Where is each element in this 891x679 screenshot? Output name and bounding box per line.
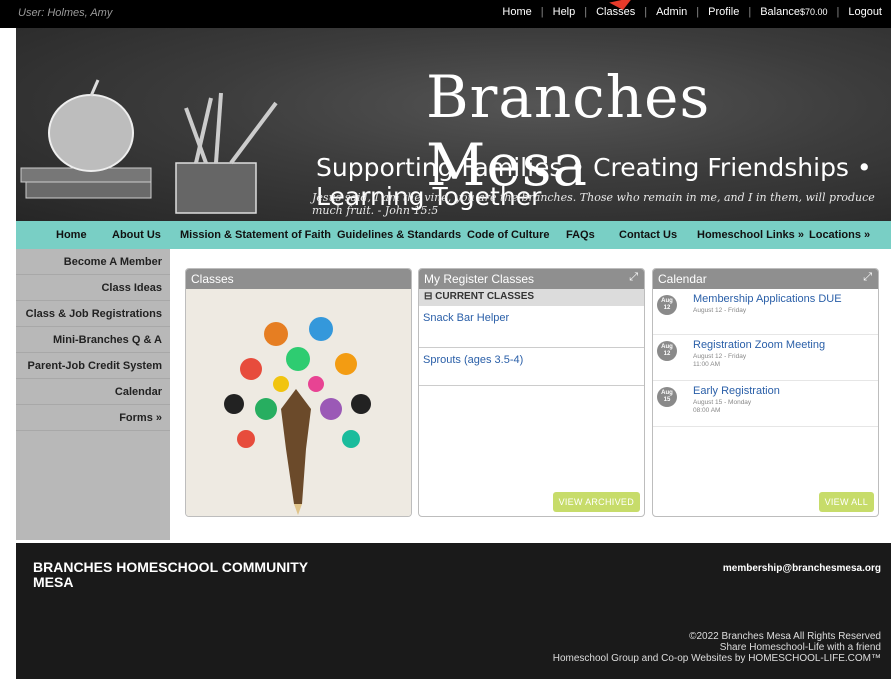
classes-panel-title: Classes [186,269,411,289]
class-item-sprouts[interactable]: Sprouts (ages 3.5-4) [419,348,644,386]
event-date-badge: Aug 15 [657,387,677,407]
top-link-admin[interactable]: Admin [647,6,696,18]
classes-tree-image[interactable] [186,289,411,516]
expand-icon[interactable]: ⤢ [629,271,638,284]
current-classes-header[interactable]: ⊟ CURRENT CLASSES [419,289,644,306]
calendar-event: Aug 12 Registration Zoom Meeting August 1… [653,335,878,381]
event-title[interactable]: Registration Zoom Meeting [693,339,825,351]
nav-homeschool-links[interactable]: Homeschool Links » [697,229,804,241]
top-link-home[interactable]: Home [493,6,540,18]
powered-by-link[interactable]: Homeschool Group and Co-op Websites by H… [553,653,881,664]
nav-guidelines[interactable]: Guidelines & Standards [337,229,461,241]
register-panel-title: My Register Classes [424,272,535,286]
top-nav: Home | Help | Classes | Admin | Profile | Bal… [493,6,891,18]
share-link[interactable]: Share Homeschool-Life with a friend [553,642,881,653]
event-date-badge: Aug 12 [657,295,677,315]
copyright-text: ©2022 Branches Mesa All Rights Reserved [689,631,881,642]
sidebar-item-mini-branches[interactable]: Mini-Branches Q & A [16,327,170,353]
footer: BRANCHES HOMESCHOOL COMMUNITY MESA membe… [16,543,891,679]
balance-label: Balance [760,6,800,18]
calendar-panel: Calendar ⤢ Aug 12 Membership Applications… [652,268,879,517]
event-date: August 12 - Friday 11:00 AM [693,353,747,368]
calendar-panel-title: Calendar [658,272,707,286]
view-all-button[interactable]: VIEW ALL [818,492,874,512]
nav-contact-us[interactable]: Contact Us [619,229,677,241]
calendar-event: Aug 12 Membership Applications DUE August… [653,289,878,335]
top-link-profile[interactable]: Profile [699,6,748,18]
current-classes-label: CURRENT CLASSES [435,291,535,302]
header-banner: Branches Mesa Supporting Families • Crea… [16,28,891,221]
register-panel: My Register Classes ⤢ ⊟ CURRENT CLASSES … [418,268,645,517]
register-panel-header: My Register Classes ⤢ [419,269,644,289]
event-date-badge: Aug 12 [657,341,677,361]
balance-value: $70.00 [799,7,828,17]
footer-copyright-block: ©2022 Branches Mesa All Rights Reserved … [553,631,881,664]
user-label: User: Holmes, Amy [18,7,113,19]
balance-link[interactable]: Balance$70.00 [751,6,836,18]
bible-verse: Jesus said, I am the vine, you are the b… [312,191,875,217]
event-title[interactable]: Membership Applications DUE [693,293,842,305]
apple-books-icon [20,79,152,199]
logout-link[interactable]: Logout [839,6,891,18]
expand-icon[interactable]: ⤢ [863,271,872,284]
event-title[interactable]: Early Registration [693,385,780,397]
sidebar-item-become-member[interactable]: Become A Member [16,249,170,275]
footer-email-link[interactable]: membership@branchesmesa.org [723,563,881,574]
classes-panel: Classes [185,268,412,517]
event-date: August 12 - Friday [693,307,747,314]
sidebar-item-calendar[interactable]: Calendar [16,379,170,405]
view-archived-button[interactable]: VIEW ARCHIVED [552,492,640,512]
sidebar-item-registrations[interactable]: Class & Job Registrations [16,301,170,327]
event-date: August 15 - Monday 08:00 AM [693,399,752,414]
sidebar-item-credit-system[interactable]: Parent-Job Credit System [16,353,170,379]
collapse-icon: ⊟ [424,291,433,302]
nav-home[interactable]: Home [56,229,87,241]
nav-code-of-culture[interactable]: Code of Culture [467,229,550,241]
sidebar-item-class-ideas[interactable]: Class Ideas [16,275,170,301]
calendar-panel-header: Calendar ⤢ [653,269,878,289]
top-bar: User: Holmes, Amy Home | Help | Classes | A… [0,0,891,28]
calendar-event: Aug 15 Early Registration August 15 - Mon… [653,381,878,427]
nav-mission[interactable]: Mission & Statement of Faith [180,229,331,241]
nav-about-us[interactable]: About Us [112,229,161,241]
main-nav: Home About Us Mission & Statement of Fai… [16,221,891,249]
class-item-snack-bar[interactable]: Snack Bar Helper [419,306,644,348]
nav-locations[interactable]: Locations » [809,229,870,241]
education-tree-icon [224,317,371,515]
sidebar-item-forms[interactable]: Forms » [16,405,170,431]
pencil-cup-icon [175,92,278,214]
nav-faqs[interactable]: FAQs [566,229,595,241]
sidebar: Become A Member Class Ideas Class & Job … [16,249,170,540]
top-link-help[interactable]: Help [544,6,585,18]
footer-org-name: BRANCHES HOMESCHOOL COMMUNITY MESA [33,559,308,590]
